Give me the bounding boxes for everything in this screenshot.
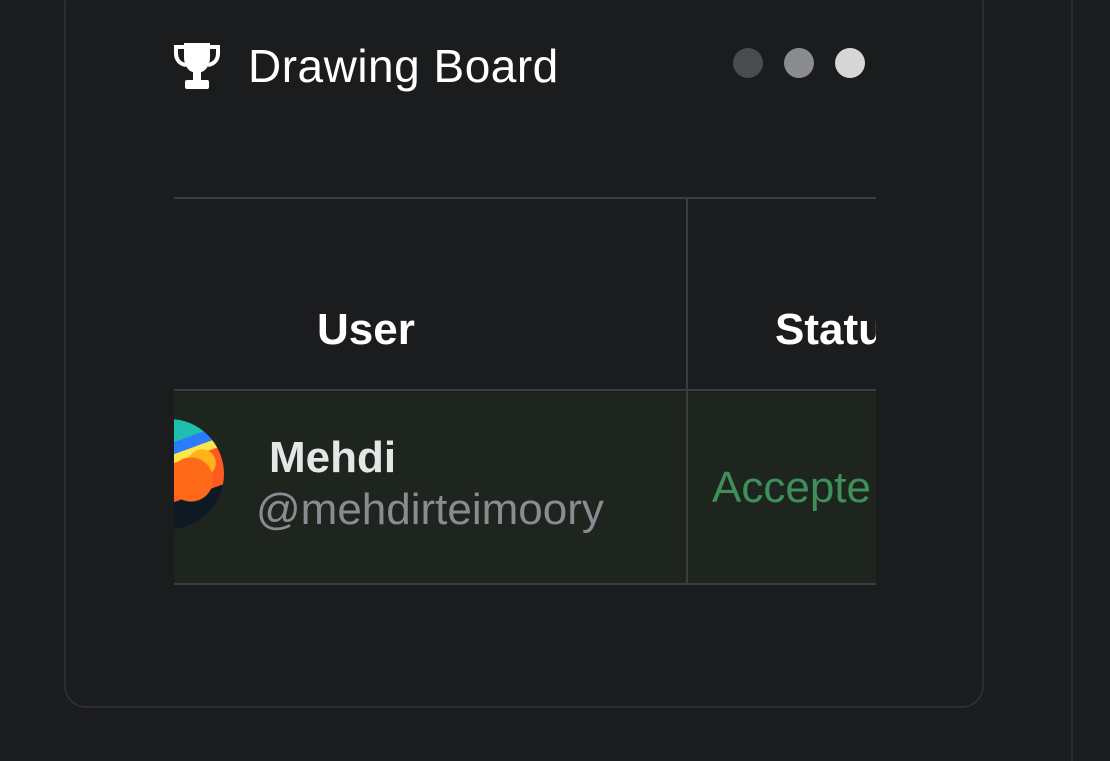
header-divider <box>174 389 876 391</box>
board-title: Drawing Board <box>248 40 559 92</box>
column-divider <box>686 197 688 585</box>
table-bottom-border <box>174 583 876 585</box>
column-header-user[interactable]: User <box>317 305 415 355</box>
column-header-status[interactable]: Statu <box>775 305 876 355</box>
user-name: Mehdi <box>269 433 397 482</box>
right-divider <box>1071 0 1073 761</box>
table-top-border <box>174 197 876 199</box>
status-badge: Accepte <box>712 463 871 512</box>
control-dot-1[interactable] <box>733 48 763 78</box>
user-handle: @mehdirteimoory <box>256 485 604 534</box>
users-table: User Statu Mehdi @mehdirteimoory Accepte <box>174 197 876 587</box>
window-controls <box>733 48 865 78</box>
control-dot-2[interactable] <box>784 48 814 78</box>
trophy-icon <box>174 39 224 93</box>
control-dot-3[interactable] <box>835 48 865 78</box>
panel-header: Drawing Board <box>174 36 559 96</box>
